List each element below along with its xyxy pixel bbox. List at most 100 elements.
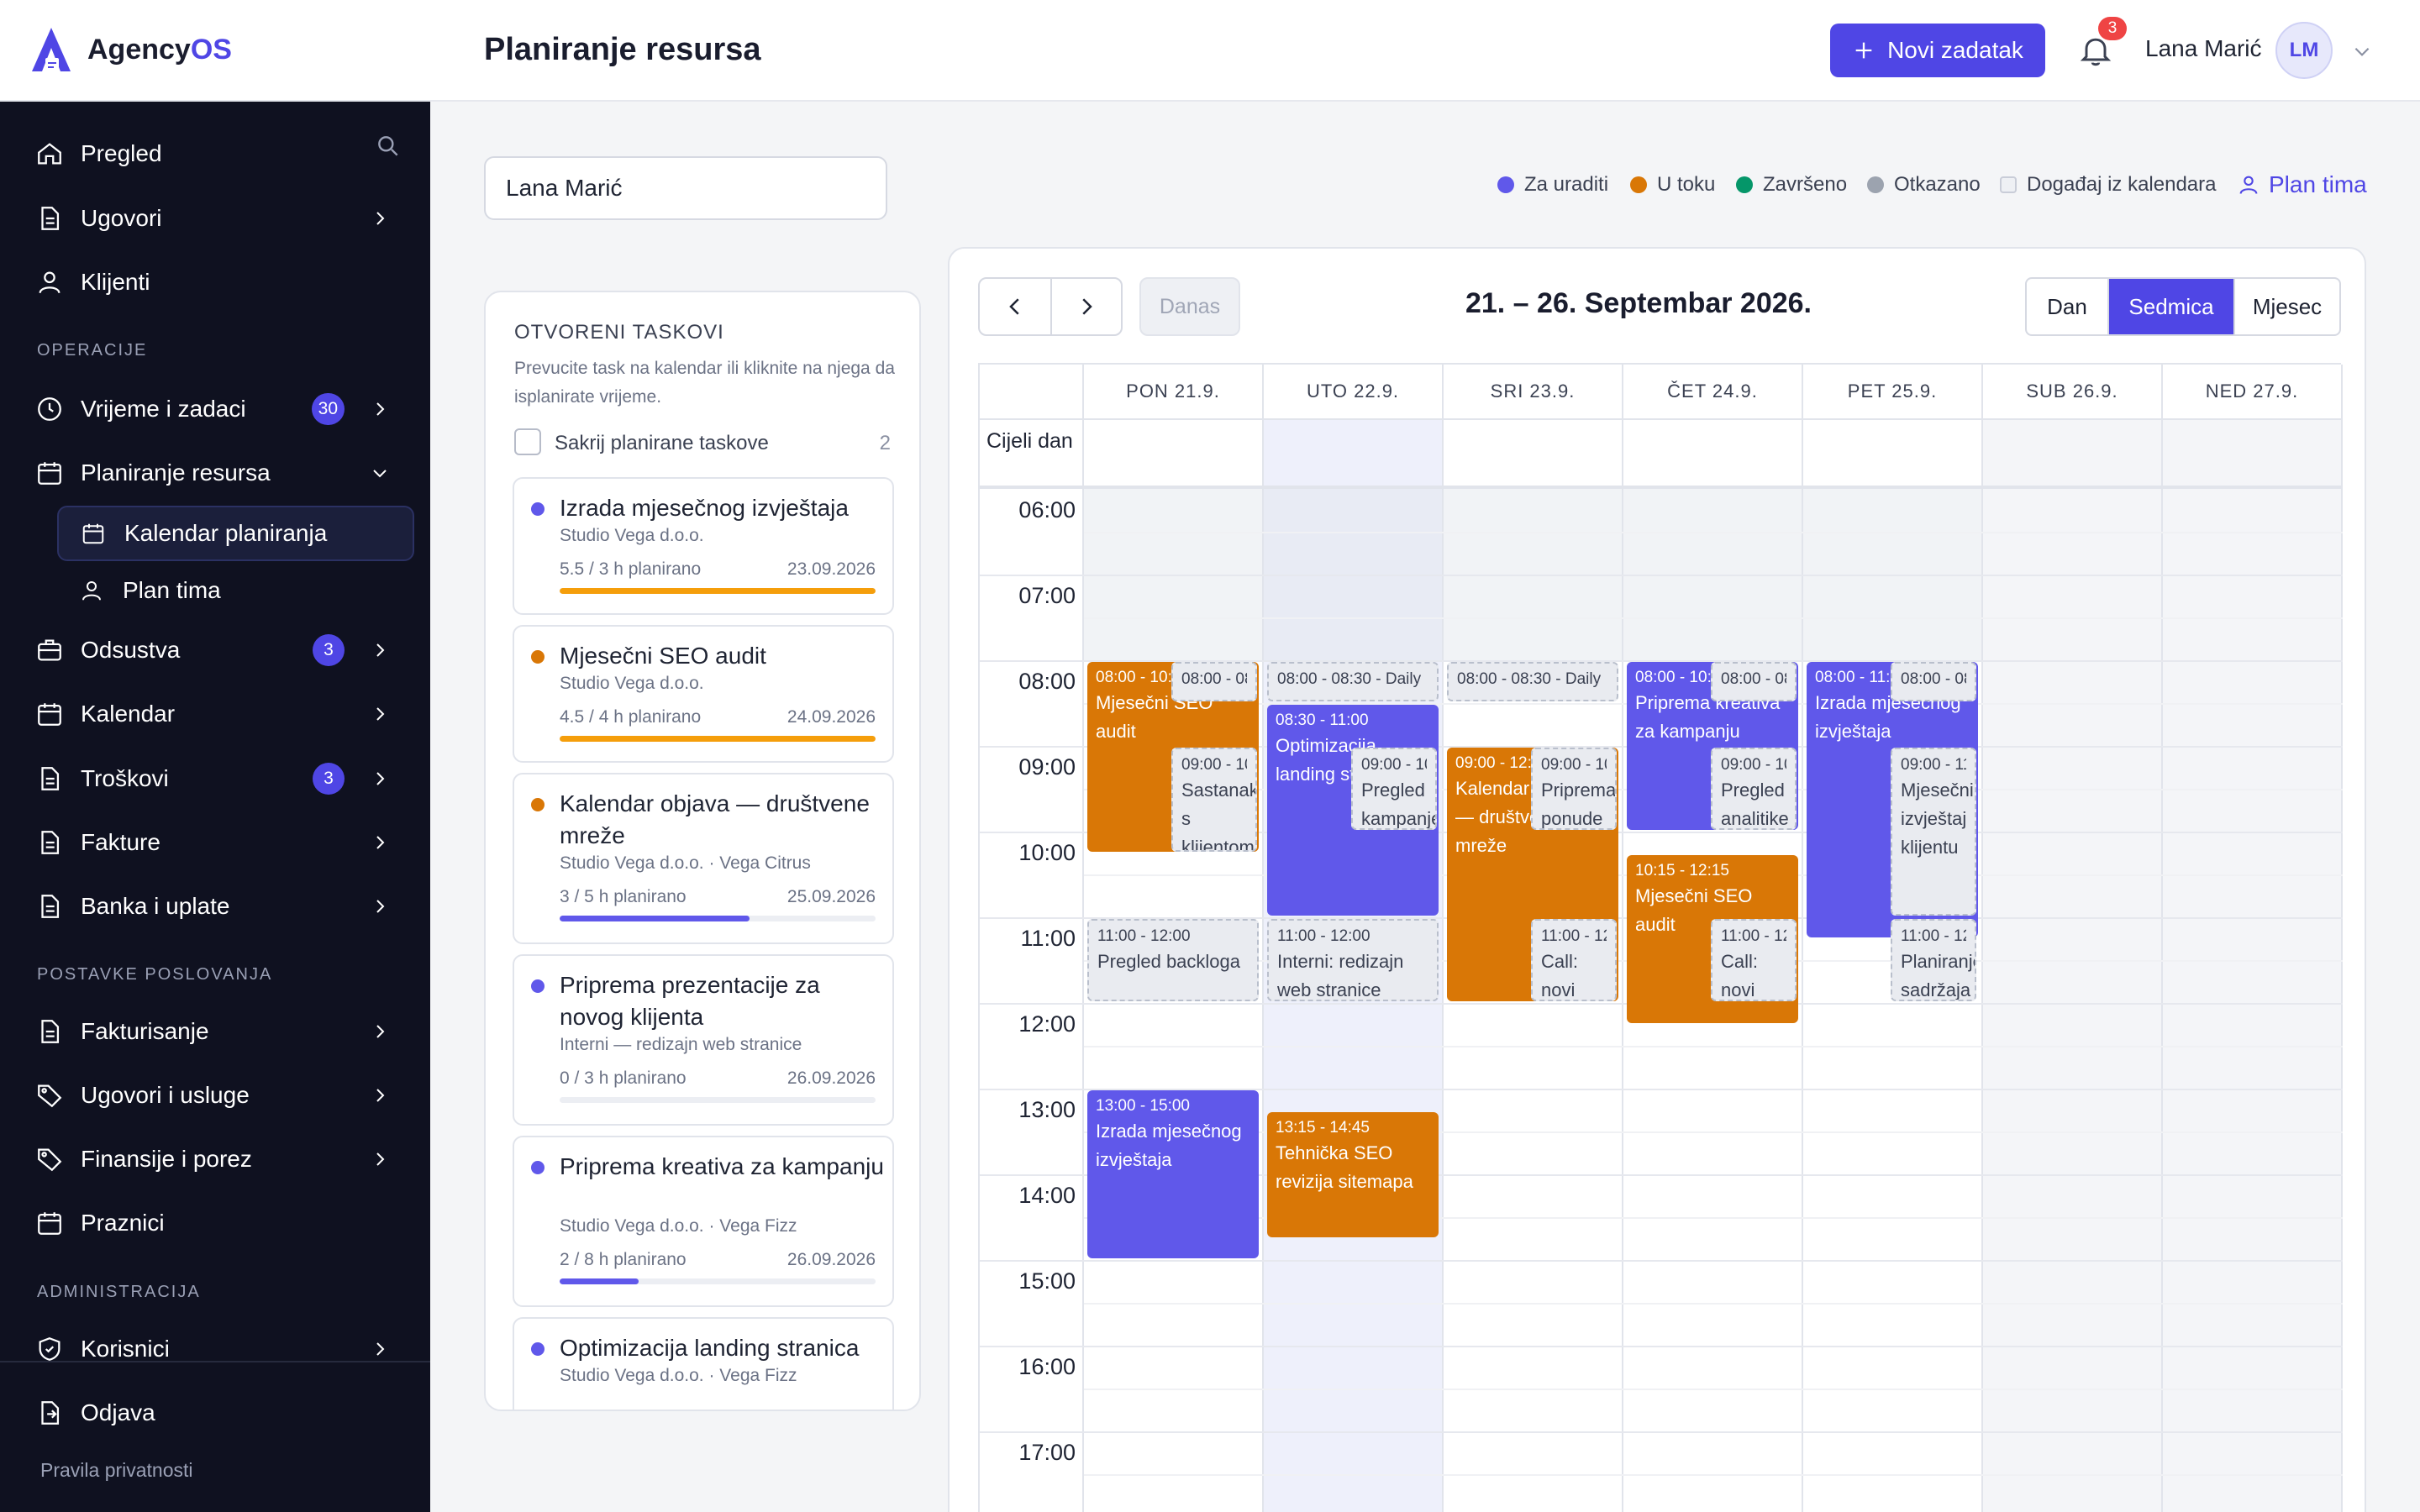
calendar-event[interactable]: 08:00 - 08:30 - Daily	[1891, 662, 1976, 701]
sidebar-item-ugovori[interactable]: Ugovori	[0, 193, 430, 244]
task-due-date: 26.09.2026	[786, 1068, 876, 1088]
calendar-event[interactable]: 11:00 - 12:00 Call: novi klijent	[1711, 919, 1797, 1001]
sidebar-item-fakture[interactable]: Fakture	[0, 817, 430, 868]
calendar-event[interactable]: 09:00 - 10:15 Sastanak s klijentom	[1171, 748, 1257, 852]
task-progress-fill	[560, 588, 876, 594]
day-header[interactable]: SUB 26.9.	[1983, 365, 2163, 420]
sidebar-subitem-kalendar-planiranja[interactable]: Kalendar planiranja	[57, 506, 414, 561]
plus-icon	[1855, 42, 1872, 59]
sidebar-subitem-plan-tima[interactable]: Plan tima	[57, 563, 414, 618]
legend-item-u-toku: U toku	[1630, 173, 1715, 197]
event-title: Planiranje sadržaja	[1901, 951, 1976, 1000]
calendar-event[interactable]: 09:00 - 10:00 Pregled kampanje	[1351, 748, 1437, 830]
task-name: Mjesečni SEO audit	[560, 643, 766, 669]
calendar-event[interactable]: 08:00 - 08:30 - Daily	[1171, 662, 1257, 701]
sidebar-item-fakturisanje[interactable]: Fakturisanje	[0, 1006, 430, 1057]
calendar-event[interactable]: 11:00 - 12:00 Call: novi klijent	[1531, 919, 1617, 1001]
calendar-event[interactable]: 11:00 - 12:00 Pregled backloga	[1087, 919, 1259, 1001]
sidebar-item-pregled[interactable]: Pregled	[0, 129, 430, 179]
new-task-button[interactable]: Novi zadatak	[1830, 24, 2045, 77]
logout-button[interactable]: Odjava	[0, 1388, 430, 1438]
task-client: Studio Vega d.o.o.	[560, 674, 704, 693]
legend-item-za-uraditi: Za uraditi	[1497, 173, 1608, 197]
sidebar-item-ugovori-i-usluge[interactable]: Ugovori i usluge	[0, 1070, 430, 1121]
today-button[interactable]: Danas	[1139, 277, 1240, 336]
day-header[interactable]: NED 27.9.	[2163, 365, 2343, 420]
sidebar-item-odsustva[interactable]: Odsustva 3	[0, 625, 430, 675]
all-day-divider	[980, 486, 2343, 489]
avatar[interactable]: LM	[2275, 22, 2333, 79]
grid-vline	[1622, 365, 1623, 1512]
event-time: 11:00 - 12:00	[1901, 927, 1966, 945]
event-time: 09:00 - 10:00	[1361, 756, 1427, 774]
calendar-event[interactable]: 11:00 - 12:00 Interni: redizajn web stran…	[1267, 919, 1439, 1001]
sidebar-item-finansije-i-porez[interactable]: Finansije i porez	[0, 1134, 430, 1184]
task-card[interactable]: Mjesečni SEO audit Studio Vega d.o.o. 4.5 …	[513, 625, 894, 763]
day-header[interactable]: PON 21.9.	[1084, 365, 1264, 420]
legend-item-zavrseno: Završeno	[1736, 173, 1847, 197]
task-card[interactable]: Izrada mjesečnog izvještaja Studio Vega d…	[513, 477, 894, 615]
sidebar-item-planiranje-resursa[interactable]: Planiranje resursa	[0, 448, 430, 498]
section-title-administracija: ADMINISTRACIJA	[37, 1283, 201, 1301]
plan-tima-link[interactable]: Plan tima	[2237, 171, 2367, 198]
document-icon	[41, 1020, 60, 1043]
sidebar-item-vrijeme-i-zadaci[interactable]: Vrijeme i zadaci 30	[0, 384, 430, 434]
event-title: Tehnička SEO revizija sitemapa	[1276, 1142, 1413, 1192]
day-header[interactable]: ČET 24.9.	[1623, 365, 1803, 420]
day-header[interactable]: UTO 22.9.	[1264, 365, 1444, 420]
privacy-link[interactable]: Pravila privatnosti	[40, 1459, 193, 1482]
tasks-title: OTVORENI TASKOVI	[514, 321, 724, 344]
prev-week-button[interactable]	[980, 279, 1050, 334]
calendar-event[interactable]: 09:00 - 11:00 Mjesečni izvještaj klijentu	[1891, 748, 1976, 916]
chevron-down-icon[interactable]	[2351, 40, 2373, 62]
task-progress-bar	[560, 1278, 876, 1284]
next-week-button[interactable]	[1050, 279, 1121, 334]
sidebar-item-klijenti[interactable]: Klijenti	[0, 257, 430, 307]
chevron-right-icon	[376, 212, 385, 225]
calendar-event[interactable]: 13:00 - 15:00 Izrada mjesečnog izvještaja	[1087, 1090, 1259, 1258]
sidebar-item-praznici[interactable]: Praznici	[0, 1198, 430, 1248]
task-progress-bar	[560, 1097, 876, 1103]
status-square	[2000, 176, 2017, 193]
task-name: Priprema kreativa za kampanju	[560, 1153, 884, 1179]
calendar-event[interactable]: 09:00 - 10:00 Priprema ponude	[1531, 748, 1617, 830]
calendar-event[interactable]: 08:00 - 08:30 - Daily	[1267, 662, 1439, 701]
view-day-button[interactable]: Dan	[2027, 279, 2107, 334]
user-name[interactable]: Lana Marić	[2145, 35, 2262, 62]
sidebar-item-banka-i-uplate[interactable]: Banka i uplate	[0, 881, 430, 932]
calendar-nav	[978, 277, 1123, 336]
view-month-button[interactable]: Mjesec	[2233, 279, 2339, 334]
task-card[interactable]: Priprema prezentacije za novog klijenta I…	[513, 954, 894, 1126]
chevron-right-icon	[376, 1152, 385, 1166]
event-title: Interni: redizajn web stranice	[1277, 951, 1404, 1000]
calendar-event[interactable]: 13:15 - 14:45 Tehnička SEO revizija sitem…	[1267, 1111, 1439, 1237]
agencyos-logo-icon	[32, 27, 71, 71]
event-time: 11:00 - 12:00	[1277, 927, 1370, 945]
sidebar-item-kalendar[interactable]: Kalendar	[0, 689, 430, 739]
chevron-right-icon	[376, 900, 385, 913]
sidebar-item-korisnici[interactable]: Korisnici	[0, 1324, 430, 1374]
hide-planned-label[interactable]: Sakrij planirane taskove	[555, 432, 769, 455]
user-select[interactable]: Lana Marić	[484, 156, 887, 220]
calendar-event[interactable]: 08:00 - 08:30 - Daily	[1447, 662, 1618, 701]
calendar-panel: Danas 21. – 26. Septembar 2026. Dan Sedm…	[948, 247, 2366, 1512]
grid-vline	[2161, 365, 2163, 1512]
calendar-event[interactable]: 09:00 - 10:00 Pregled analitike	[1711, 748, 1797, 830]
view-week-button[interactable]: Sedmica	[2107, 279, 2233, 334]
status-dot	[531, 502, 544, 516]
calendar-event[interactable]: 11:00 - 12:00 Planiranje sadržaja	[1891, 919, 1976, 1001]
day-header[interactable]: SRI 23.9.	[1444, 365, 1623, 420]
task-name: Optimizacija landing stranica	[560, 1335, 860, 1361]
status-dot	[1736, 176, 1753, 193]
hide-planned-checkbox[interactable]	[514, 428, 541, 455]
top-header: Planiranje resursa Novi zadatak 3 Lana M…	[430, 0, 2420, 102]
search-icon[interactable]	[375, 133, 402, 160]
day-header[interactable]: PET 25.9.	[1803, 365, 1983, 420]
status-dot	[531, 650, 544, 664]
calendar-event[interactable]: 08:00 - 08:30 - Daily	[1711, 662, 1797, 701]
sidebar-item-troskovi[interactable]: Troškovi 3	[0, 753, 430, 804]
task-card[interactable]: Optimizacija landing stranica Studio Vega…	[513, 1317, 894, 1410]
task-card[interactable]: Priprema kreativa za kampanju Studio Vega…	[513, 1136, 894, 1307]
task-card[interactable]: Kalendar objava — društvene mreže Studio …	[513, 773, 894, 944]
brand[interactable]: AgencyOS	[0, 0, 430, 102]
